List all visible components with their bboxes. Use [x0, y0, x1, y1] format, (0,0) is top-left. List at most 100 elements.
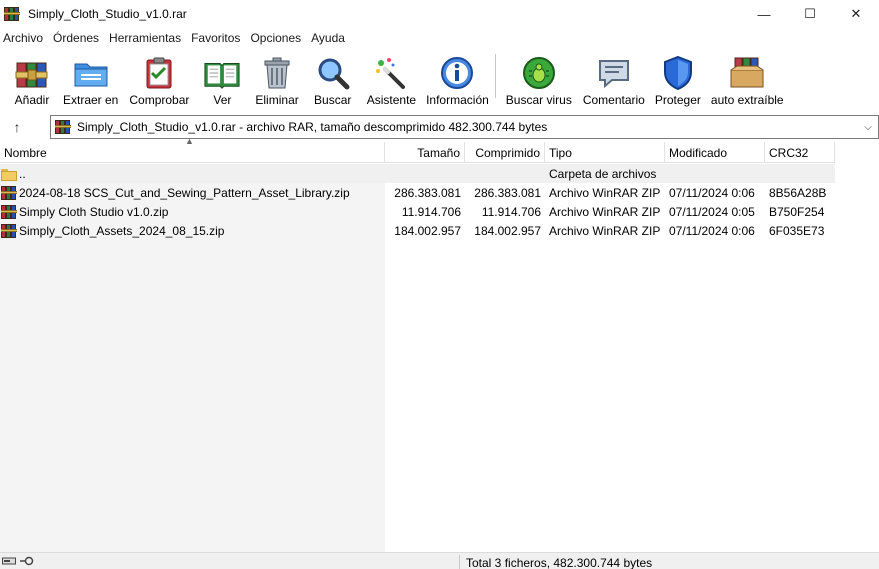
view-label: Ver: [213, 93, 232, 107]
file-name: Simply_Cloth_Assets_2024_08_15.zip: [19, 223, 225, 238]
status-summary: Total 3 ficheros, 482.300.744 bytes: [466, 556, 653, 569]
magic-wand-icon: [372, 54, 410, 92]
sfx-button[interactable]: auto extraíble: [711, 48, 784, 110]
info-button[interactable]: Información: [426, 48, 489, 110]
file-packed: 184.002.957: [474, 223, 541, 238]
column-name[interactable]: Nombre ▲: [0, 136, 385, 163]
window-controls: — ☐ ✕: [741, 0, 879, 28]
parent-folder-type: Carpeta de archivos: [549, 166, 657, 181]
clipboard-check-icon: [140, 54, 178, 92]
file-name: 2024-08-18 SCS_Cut_and_Sewing_Pattern_As…: [19, 185, 350, 200]
parent-folder-name: ..: [19, 166, 26, 181]
zip-file-icon: [1, 204, 17, 220]
find-button[interactable]: Buscar: [314, 48, 352, 110]
file-packed: 11.914.706: [481, 204, 541, 219]
file-size: 11.914.706: [401, 204, 461, 219]
extract-folder-icon: [72, 54, 110, 92]
virus-bug-icon: [520, 54, 558, 92]
menu-favoritos[interactable]: Favoritos: [187, 31, 244, 45]
key-icon[interactable]: [20, 556, 34, 566]
toolbar: Añadir Extraer en Comprobar Ver Eliminar…: [0, 48, 879, 110]
menu-archivo[interactable]: Archivo: [0, 31, 47, 45]
open-book-icon: [203, 54, 241, 92]
file-packed: 286.383.081: [474, 185, 541, 200]
column-modified-label: Modificado: [669, 145, 728, 160]
menu-opciones[interactable]: Opciones: [246, 31, 305, 45]
protect-label: Proteger: [654, 93, 701, 107]
chevron-down-icon[interactable]: ⌵: [860, 118, 876, 136]
speech-bubble-icon: [595, 54, 633, 92]
column-size[interactable]: Tamaño: [385, 142, 465, 163]
column-packed-label: Comprimido: [475, 145, 540, 160]
file-type: Archivo WinRAR ZIP: [549, 223, 661, 238]
extract-button[interactable]: Extraer en: [63, 48, 118, 110]
find-label: Buscar: [314, 93, 352, 107]
table-row[interactable]: Simply_Cloth_Assets_2024_08_15.zip 184.0…: [0, 221, 835, 240]
comment-button[interactable]: Comentario: [583, 48, 645, 110]
column-name-label: Nombre: [4, 145, 47, 160]
wizard-label: Asistente: [366, 93, 417, 107]
status-divider: [459, 555, 460, 569]
wizard-button[interactable]: Asistente: [367, 48, 416, 110]
address-bar: ↑ Simply_Cloth_Studio_v1.0.rar - archivo…: [0, 114, 879, 140]
file-rows: .. Carpeta de archivos 2024-08-18 SCS_Cu…: [0, 164, 835, 240]
file-name: Simply Cloth Studio v1.0.zip: [19, 204, 169, 219]
column-size-label: Tamaño: [417, 145, 460, 160]
drive-icon[interactable]: [2, 556, 16, 566]
file-modified: 07/11/2024 0:06: [669, 223, 755, 238]
file-crc: 8B56A28B: [769, 185, 827, 200]
parent-folder-row[interactable]: .. Carpeta de archivos: [0, 164, 835, 183]
column-crc[interactable]: CRC32: [765, 142, 835, 163]
file-list[interactable]: Nombre ▲ Tamaño Comprimido Tipo Modifica…: [0, 136, 879, 552]
test-button[interactable]: Comprobar: [129, 48, 189, 110]
toolbar-separator: [494, 54, 496, 98]
minimize-button[interactable]: —: [741, 0, 787, 28]
sort-ascending-icon: ▲: [185, 136, 194, 146]
column-type-label: Tipo: [549, 145, 572, 160]
column-packed[interactable]: Comprimido: [465, 142, 545, 163]
table-row[interactable]: Simply Cloth Studio v1.0.zip 11.914.706 …: [0, 202, 835, 221]
up-folder-button[interactable]: ↑: [6, 118, 28, 136]
list-header: Nombre ▲ Tamaño Comprimido Tipo Modifica…: [0, 136, 835, 163]
file-modified: 07/11/2024 0:06: [669, 185, 755, 200]
rar-archive-icon: [55, 119, 71, 135]
menu-ordenes[interactable]: Órdenes: [49, 31, 103, 45]
menu-bar: Archivo Órdenes Herramientas Favoritos O…: [0, 28, 879, 48]
comment-label: Comentario: [582, 93, 645, 107]
virus-scan-label: Buscar virus: [505, 93, 572, 107]
menu-herramientas[interactable]: Herramientas: [105, 31, 185, 45]
zip-file-icon: [1, 185, 17, 201]
file-type: Archivo WinRAR ZIP: [549, 204, 661, 219]
delete-label: Eliminar: [255, 93, 299, 107]
info-icon: [438, 54, 476, 92]
file-crc: 6F035E73: [769, 223, 825, 238]
status-icons: [2, 556, 34, 566]
table-row[interactable]: 2024-08-18 SCS_Cut_and_Sewing_Pattern_As…: [0, 183, 835, 202]
file-type: Archivo WinRAR ZIP: [549, 185, 661, 200]
sfx-label: auto extraíble: [710, 93, 784, 107]
zip-file-icon: [1, 223, 17, 239]
delete-button[interactable]: Eliminar: [255, 48, 299, 110]
magnifier-icon: [314, 54, 352, 92]
protect-button[interactable]: Proteger: [655, 48, 701, 110]
file-size: 286.383.081: [394, 185, 461, 200]
add-archive-icon: [13, 54, 51, 92]
folder-icon: [1, 166, 17, 182]
add-button[interactable]: Añadir: [13, 48, 51, 110]
column-modified[interactable]: Modificado: [665, 142, 765, 163]
window-title: Simply_Cloth_Studio_v1.0.rar: [28, 7, 187, 21]
column-type[interactable]: Tipo: [545, 142, 665, 163]
shield-icon: [659, 54, 697, 92]
winrar-app-icon: [4, 6, 20, 22]
menu-ayuda[interactable]: Ayuda: [307, 31, 349, 45]
add-label: Añadir: [14, 93, 50, 107]
address-combo[interactable]: Simply_Cloth_Studio_v1.0.rar - archivo R…: [50, 115, 879, 139]
close-button[interactable]: ✕: [833, 0, 879, 28]
status-bar: Total 3 ficheros, 482.300.744 bytes: [0, 552, 879, 569]
file-modified: 07/11/2024 0:05: [669, 204, 755, 219]
self-extracting-box-icon: [728, 54, 766, 92]
maximize-button[interactable]: ☐: [787, 0, 833, 28]
virus-scan-button[interactable]: Buscar virus: [506, 48, 572, 110]
view-button[interactable]: Ver: [203, 48, 241, 110]
file-crc: B750F254: [769, 204, 825, 219]
